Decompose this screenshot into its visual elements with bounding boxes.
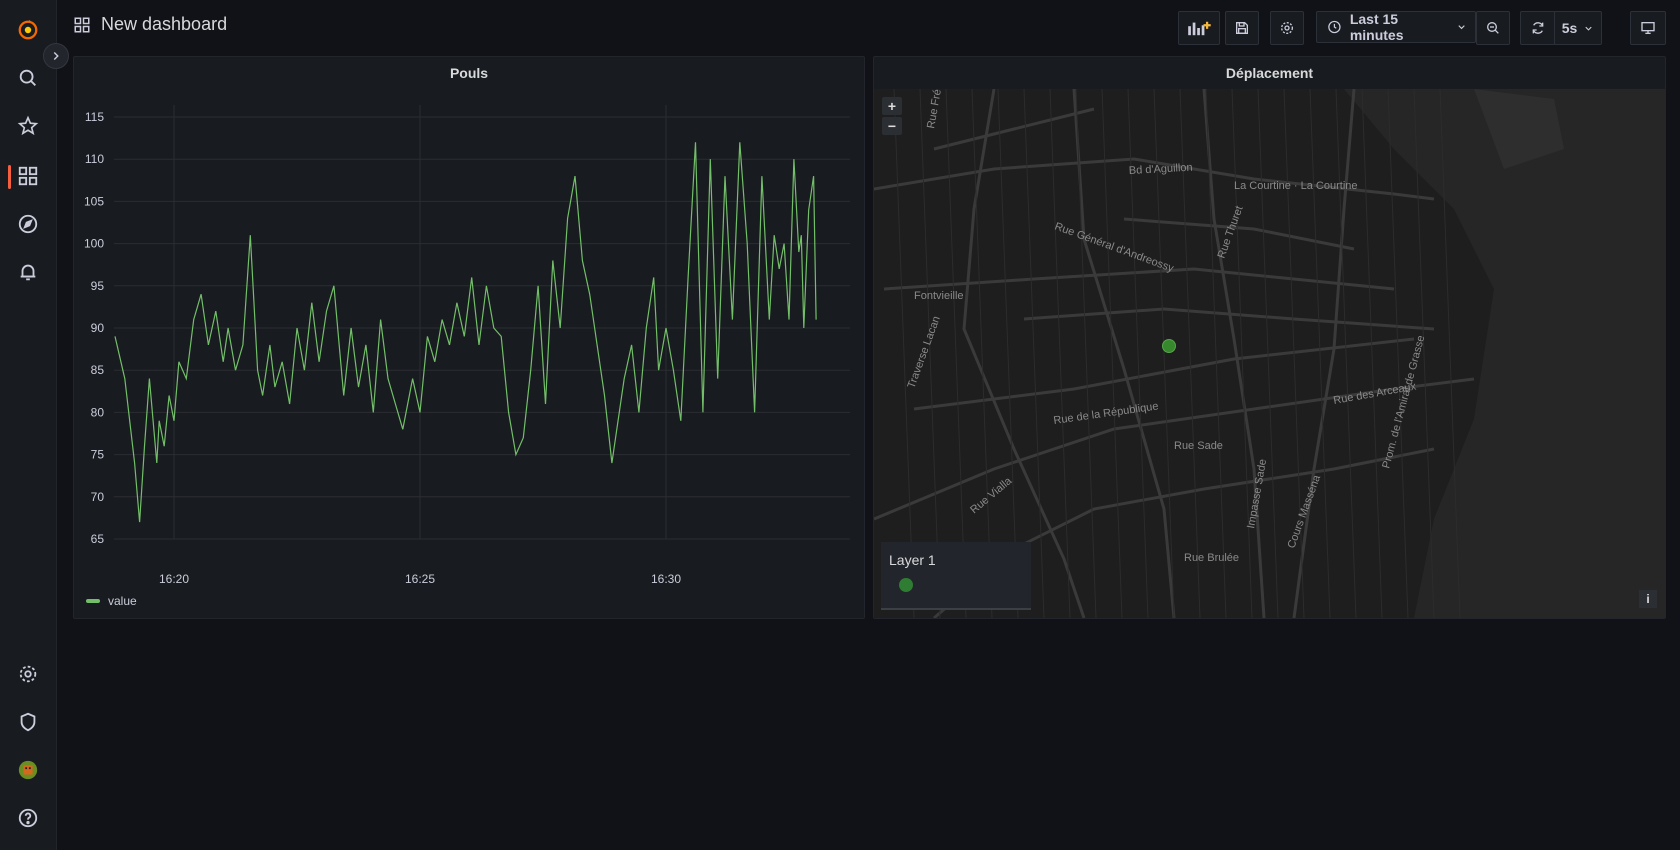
zoom-out-time-button[interactable] xyxy=(1476,11,1510,45)
clock-icon xyxy=(1328,20,1341,34)
layer-marker-swatch xyxy=(899,578,913,592)
chevron-down-icon xyxy=(1585,26,1592,31)
alerting-icon[interactable] xyxy=(0,252,56,292)
dashboards-icon[interactable] xyxy=(0,156,56,196)
y-tick-label: 95 xyxy=(91,279,105,293)
explore-icon[interactable] xyxy=(0,204,56,244)
y-tick-label: 115 xyxy=(85,110,104,124)
street-label: Rue Brulée xyxy=(1184,552,1239,564)
user-avatar[interactable] xyxy=(0,750,56,790)
y-tick-label: 110 xyxy=(85,152,104,166)
x-tick-label: 16:20 xyxy=(159,572,189,586)
save-dashboard-button[interactable] xyxy=(1225,11,1259,45)
legend-label: value xyxy=(108,594,137,608)
add-panel-icon xyxy=(1188,21,1211,36)
street-label: Fontvieille xyxy=(914,290,964,302)
chevron-down-icon xyxy=(1458,25,1465,30)
sidebar xyxy=(0,0,57,850)
street-label: La Courtine · La Courtine xyxy=(1234,180,1358,192)
view-mode-button[interactable] xyxy=(1630,11,1666,45)
x-tick-label: 16:30 xyxy=(651,572,681,586)
map-zoom-out-button[interactable]: − xyxy=(882,117,902,135)
map-attribution-button[interactable]: i xyxy=(1639,590,1657,608)
top-navbar: New dashboard Last 15 minutes 5s xyxy=(57,0,1680,55)
refresh-icon xyxy=(1532,22,1544,34)
sidebar-toggle-button[interactable] xyxy=(43,43,69,69)
map-zoom-in-button[interactable]: + xyxy=(882,97,902,115)
chevron-right-icon xyxy=(53,51,59,61)
dashboards-grid-icon xyxy=(74,17,90,32)
panel-pouls[interactable]: Pouls 65 70 75 80 85 90 95 100 105 110 115 16:20 16:… xyxy=(73,56,865,619)
y-tick-label: 105 xyxy=(84,194,104,208)
y-tick-label: 90 xyxy=(91,321,105,335)
grafana-logo-icon[interactable] xyxy=(0,10,56,50)
dashboard-settings-button[interactable] xyxy=(1270,11,1304,45)
time-picker-button[interactable]: Last 15 minutes xyxy=(1316,11,1476,43)
server-admin-icon[interactable] xyxy=(0,702,56,742)
y-tick-label: 80 xyxy=(91,405,105,419)
geomap[interactable]: Bd d'Aguillon La Courtine · La Courtine Ru… xyxy=(874,89,1665,618)
map-marker[interactable] xyxy=(1162,339,1176,353)
save-icon xyxy=(1236,22,1248,34)
y-tick-label: 70 xyxy=(91,490,105,504)
monitor-icon xyxy=(1641,21,1655,34)
starred-icon[interactable] xyxy=(0,106,56,146)
map-layer-legend: Layer 1 xyxy=(881,542,1031,610)
panel-title[interactable]: Déplacement xyxy=(874,65,1665,81)
timeseries-chart[interactable]: 65 70 75 80 85 90 95 100 105 110 115 16:20 16:25 16:3… xyxy=(74,57,864,618)
street-label: Rue Sade xyxy=(1174,440,1223,452)
add-panel-button[interactable] xyxy=(1178,11,1220,45)
refresh-interval-picker[interactable]: 5s xyxy=(1554,11,1602,45)
zoom-out-icon xyxy=(1487,22,1499,34)
legend-swatch xyxy=(86,599,100,603)
series-line-value xyxy=(114,142,817,523)
y-tick-label: 85 xyxy=(91,363,105,377)
x-tick-label: 16:25 xyxy=(405,572,435,586)
gear-icon xyxy=(1281,22,1293,34)
dashboard-title[interactable]: New dashboard xyxy=(101,14,227,35)
refresh-button[interactable] xyxy=(1520,11,1556,45)
refresh-interval-label: 5s xyxy=(1561,20,1578,36)
time-range-label: Last 15 minutes xyxy=(1349,11,1404,43)
help-icon[interactable] xyxy=(0,798,56,838)
y-tick-label: 100 xyxy=(84,237,104,251)
chart-legend[interactable]: value xyxy=(86,594,137,608)
panel-deplacement[interactable]: Déplacement Bd d'Aguillon La Courtine · L… xyxy=(873,56,1666,619)
y-tick-label: 65 xyxy=(91,532,105,546)
configuration-icon[interactable] xyxy=(0,654,56,694)
layer-name: Layer 1 xyxy=(889,552,936,568)
map-tiles[interactable]: Bd d'AguillonLa Courtine · La CourtineRu… xyxy=(874,89,1665,618)
y-tick-label: 75 xyxy=(91,448,105,462)
